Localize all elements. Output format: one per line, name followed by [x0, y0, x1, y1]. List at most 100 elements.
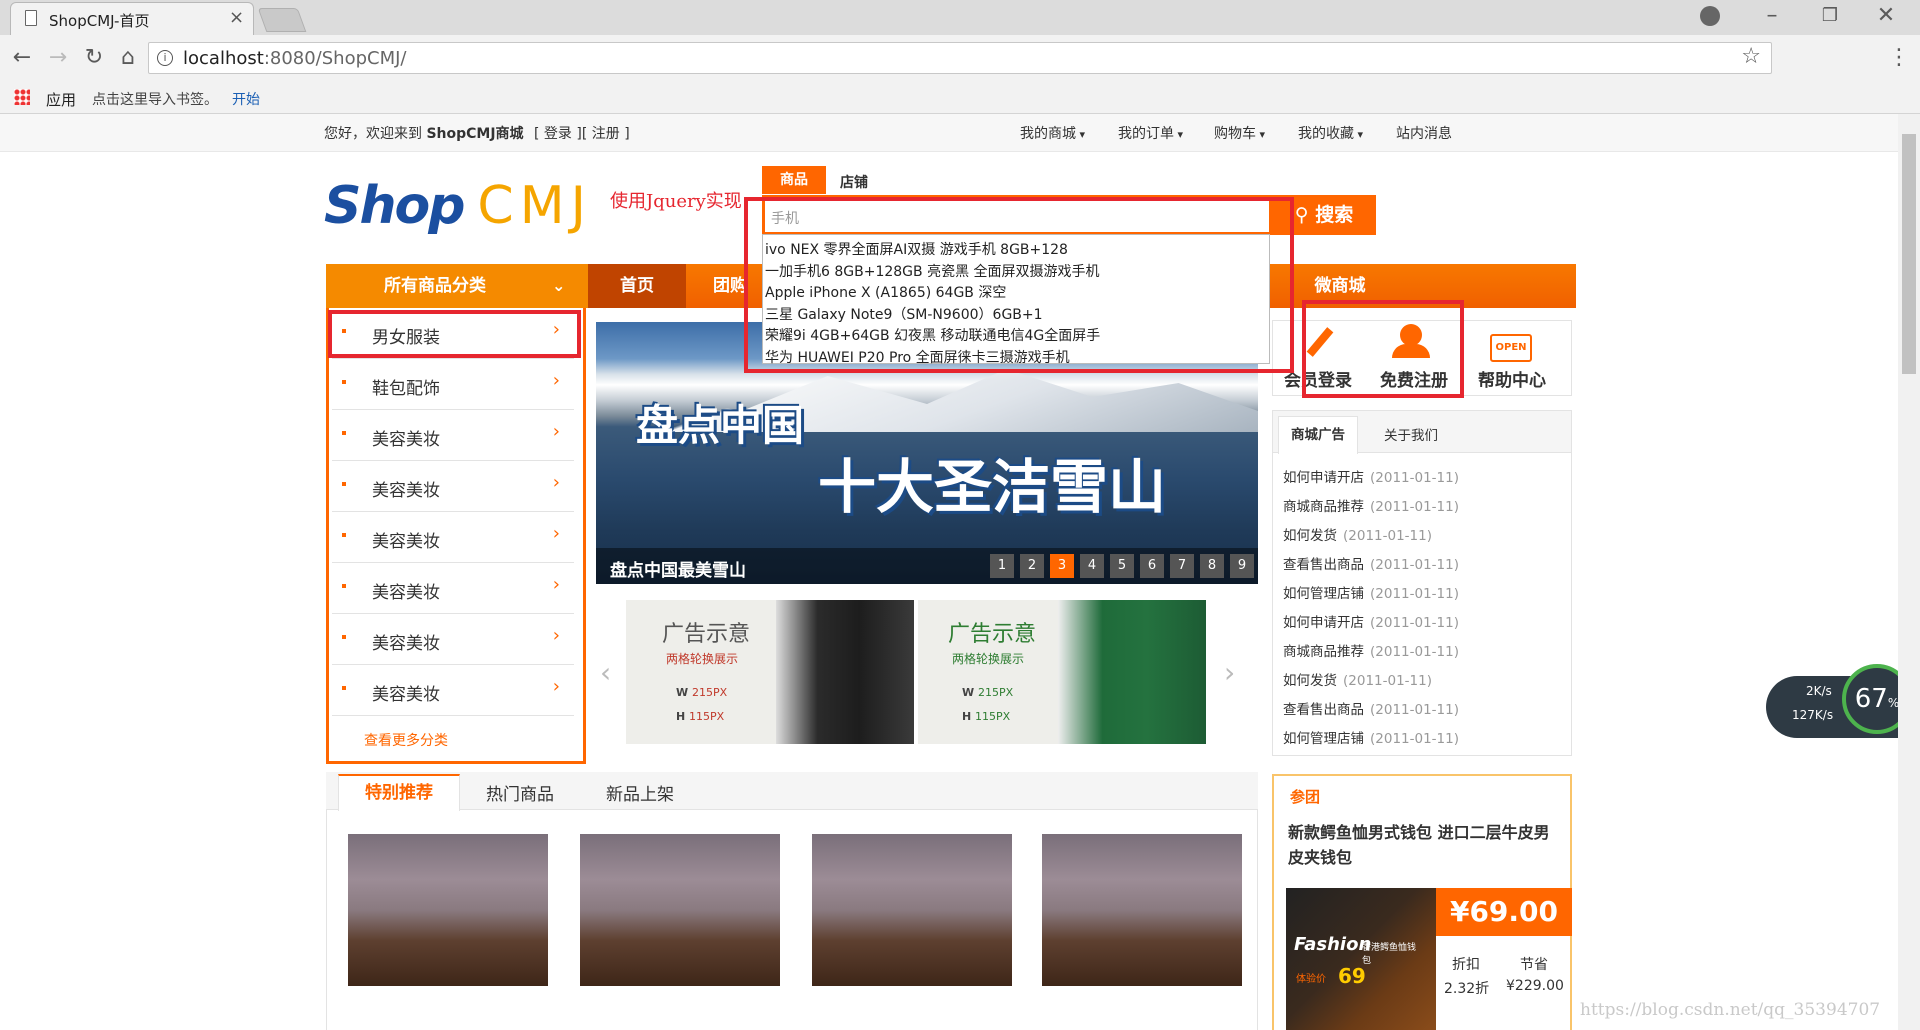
notice-date: (2011-01-11) [1370, 644, 1459, 660]
ad-subtitle: 两格轮换展示 [952, 652, 1025, 666]
ad-card-1[interactable]: 广告示意 两格轮换展示 W 215PX H 115PX [626, 600, 914, 744]
tab-special[interactable]: 特别推荐 [338, 774, 460, 811]
banner-page-dot[interactable]: 1 [990, 554, 1014, 578]
all-categories-button[interactable]: 所有商品分类 ⌄ [326, 264, 588, 308]
notice-item[interactable]: 如何管理店铺 (2011-01-11) [1283, 582, 1459, 602]
search-tab-shops[interactable]: 店铺 [840, 172, 868, 192]
category-item[interactable]: 美容美妆 › [332, 666, 574, 716]
banner-page-dot[interactable]: 4 [1080, 554, 1104, 578]
notice-item[interactable]: 如何发货 (2011-01-11) [1283, 524, 1432, 544]
banner-page-dot[interactable]: 3 [1050, 554, 1074, 578]
download-speed: 127K/s [1792, 708, 1834, 722]
tab-new[interactable]: 新品上架 [606, 780, 674, 805]
category-item[interactable]: 鞋包配饰 › [332, 360, 574, 410]
profile-icon[interactable] [1700, 6, 1720, 26]
upload-speed: 2K/s [1806, 684, 1832, 698]
my-orders-link[interactable]: 我的订单 [1118, 123, 1183, 143]
page-scrollbar[interactable] [1898, 114, 1920, 1030]
home-icon[interactable]: ⌂ [112, 42, 144, 74]
category-item[interactable]: 美容美妆 › [332, 411, 574, 461]
menu-icon[interactable]: ⋮ [1884, 42, 1914, 74]
browser-tab[interactable]: ShopCMJ-首页 × [10, 2, 254, 35]
banner-page-dot[interactable]: 5 [1110, 554, 1134, 578]
favorites-link[interactable]: 我的收藏 [1298, 123, 1363, 143]
banner-page-dot[interactable]: 9 [1230, 554, 1254, 578]
close-tab-icon[interactable]: × [229, 7, 244, 28]
ad-h-size: H 115PX [676, 710, 725, 723]
product-image-3[interactable] [812, 834, 1012, 986]
my-mall-link[interactable]: 我的商城 [1020, 123, 1085, 143]
banner-title-1: 盘点中国 [636, 401, 805, 450]
notice-item[interactable]: 如何申请开店 (2011-01-11) [1283, 611, 1459, 631]
notice-item[interactable]: 如何申请开店 (2011-01-11) [1283, 466, 1459, 486]
save-label: 节省 [1520, 957, 1548, 973]
banner-page-dot[interactable]: 2 [1020, 554, 1044, 578]
ads-next-arrow[interactable]: › [1224, 656, 1235, 689]
close-window-button[interactable]: ✕ [1866, 0, 1906, 32]
bookmark-start[interactable]: 开始 [232, 89, 260, 109]
nav-home[interactable]: 首页 [588, 264, 686, 308]
star-icon[interactable]: ☆ [1741, 44, 1761, 69]
new-tab-button[interactable] [257, 8, 307, 32]
search-icon: ⚲ [1294, 204, 1309, 226]
notice-date: (2011-01-11) [1370, 586, 1459, 602]
category-label: 美容美妆 [372, 430, 440, 450]
apps-icon[interactable] [14, 89, 30, 105]
bookmark-import[interactable]: 点击这里导入书签。 [92, 89, 218, 109]
category-item[interactable]: 美容美妆 › [332, 615, 574, 665]
back-icon[interactable]: ← [6, 42, 38, 74]
banner-caption: 盘点中国最美雪山 [610, 561, 746, 581]
login-register-links[interactable]: [ 登录 ][ 注册 ] [534, 126, 630, 142]
banner-page-dot[interactable]: 7 [1170, 554, 1194, 578]
promo-title[interactable]: 新款鳄鱼恤男式钱包 进口二层牛皮男皮夹钱包 [1288, 820, 1564, 870]
product-image-2[interactable] [580, 834, 780, 986]
category-label: 美容美妆 [372, 583, 440, 603]
minimize-button[interactable]: – [1752, 0, 1792, 32]
cart-link[interactable]: 购物车 [1214, 123, 1265, 143]
notice-item[interactable]: 商城商品推荐 (2011-01-11) [1283, 495, 1459, 515]
more-categories-link[interactable]: 查看更多分类 [364, 730, 448, 750]
tab-about-us[interactable]: 关于我们 [1384, 424, 1438, 444]
notice-item[interactable]: 查看售出商品 (2011-01-11) [1283, 553, 1459, 573]
page-icon [25, 10, 37, 26]
chevron-right-icon: › [552, 421, 560, 442]
category-label: 美容美妆 [372, 481, 440, 501]
tab-hot[interactable]: 热门商品 [486, 780, 554, 805]
promo-tag: 参团 [1290, 788, 1321, 806]
tab-mall-ads[interactable]: 商城广告 [1278, 416, 1358, 454]
help-center-link[interactable]: 帮助中心 [1478, 366, 1546, 391]
notice-date: (2011-01-11) [1343, 528, 1432, 544]
notice-date: (2011-01-11) [1370, 557, 1459, 573]
category-item[interactable]: 美容美妆 › [332, 513, 574, 563]
banner-page-dot[interactable]: 6 [1140, 554, 1164, 578]
notice-item[interactable]: 商城商品推荐 (2011-01-11) [1283, 640, 1459, 660]
notice-item[interactable]: 如何发货 (2011-01-11) [1283, 669, 1432, 689]
promo-wallet-image[interactable]: Fashion 香港鳄鱼恤钱包 体验价 69 [1286, 888, 1436, 1030]
chevron-right-icon: › [552, 523, 560, 544]
logo[interactable]: Shop CMJ [324, 176, 592, 236]
notice-item[interactable]: 查看售出商品 (2011-01-11) [1283, 698, 1459, 718]
messages-link[interactable]: 站内消息 [1396, 123, 1452, 143]
ads-prev-arrow[interactable]: ‹ [600, 656, 611, 689]
ad-subtitle: 两格轮换展示 [666, 652, 739, 666]
product-image-4[interactable] [1042, 834, 1242, 986]
scrollbar-thumb[interactable] [1902, 134, 1916, 374]
product-image-1[interactable] [348, 834, 548, 986]
notice-date: (2011-01-11) [1370, 702, 1459, 718]
promo-price-box: ¥69.00 [1436, 888, 1572, 936]
address-bar[interactable]: i localhost:8080/ShopCMJ/ ☆ [148, 42, 1772, 74]
annotation-box-category [328, 310, 581, 358]
reload-icon[interactable]: ↻ [78, 42, 110, 74]
site-topbar: 您好，欢迎来到 ShopCMJ商城 [ 登录 ][ 注册 ] 我的商城 我的订单… [0, 114, 1898, 152]
category-item[interactable]: 美容美妆 › [332, 564, 574, 614]
bullet-icon [342, 584, 346, 588]
ad-card-2[interactable]: 广告示意 两格轮换展示 W 215PX H 115PX [918, 600, 1206, 744]
forward-icon[interactable]: → [42, 42, 74, 74]
save-value: ¥229.00 [1506, 978, 1564, 994]
bookmark-apps[interactable]: 应用 [46, 89, 76, 110]
category-item[interactable]: 美容美妆 › [332, 462, 574, 512]
banner-page-dot[interactable]: 8 [1200, 554, 1224, 578]
search-tab-goods[interactable]: 商品 [762, 166, 826, 194]
notice-item[interactable]: 如何管理店铺 (2011-01-11) [1283, 727, 1459, 747]
restore-button[interactable]: ❐ [1810, 0, 1850, 32]
